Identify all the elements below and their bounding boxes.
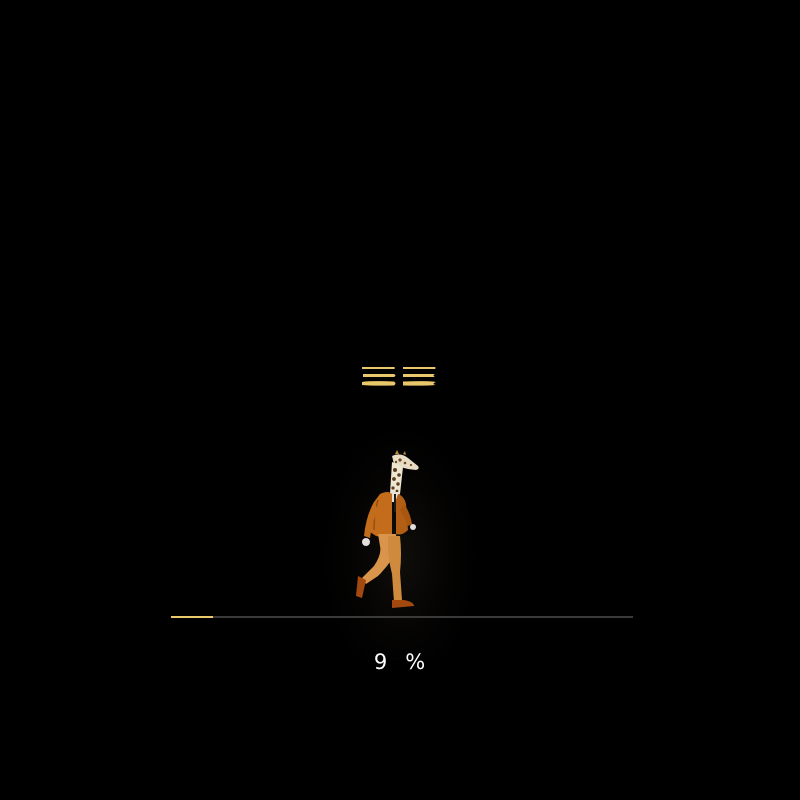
- progress-unit: %: [405, 650, 427, 674]
- giraffe-man-figure-icon: [356, 450, 419, 608]
- brand-logo-icon: [362, 367, 436, 386]
- loading-screen: 9%: [0, 0, 800, 800]
- progress-percentage: 9%: [0, 650, 800, 674]
- progress-value: 9: [373, 650, 389, 674]
- progress-bar-track: [171, 616, 633, 618]
- progress-bar-fill: [171, 616, 213, 618]
